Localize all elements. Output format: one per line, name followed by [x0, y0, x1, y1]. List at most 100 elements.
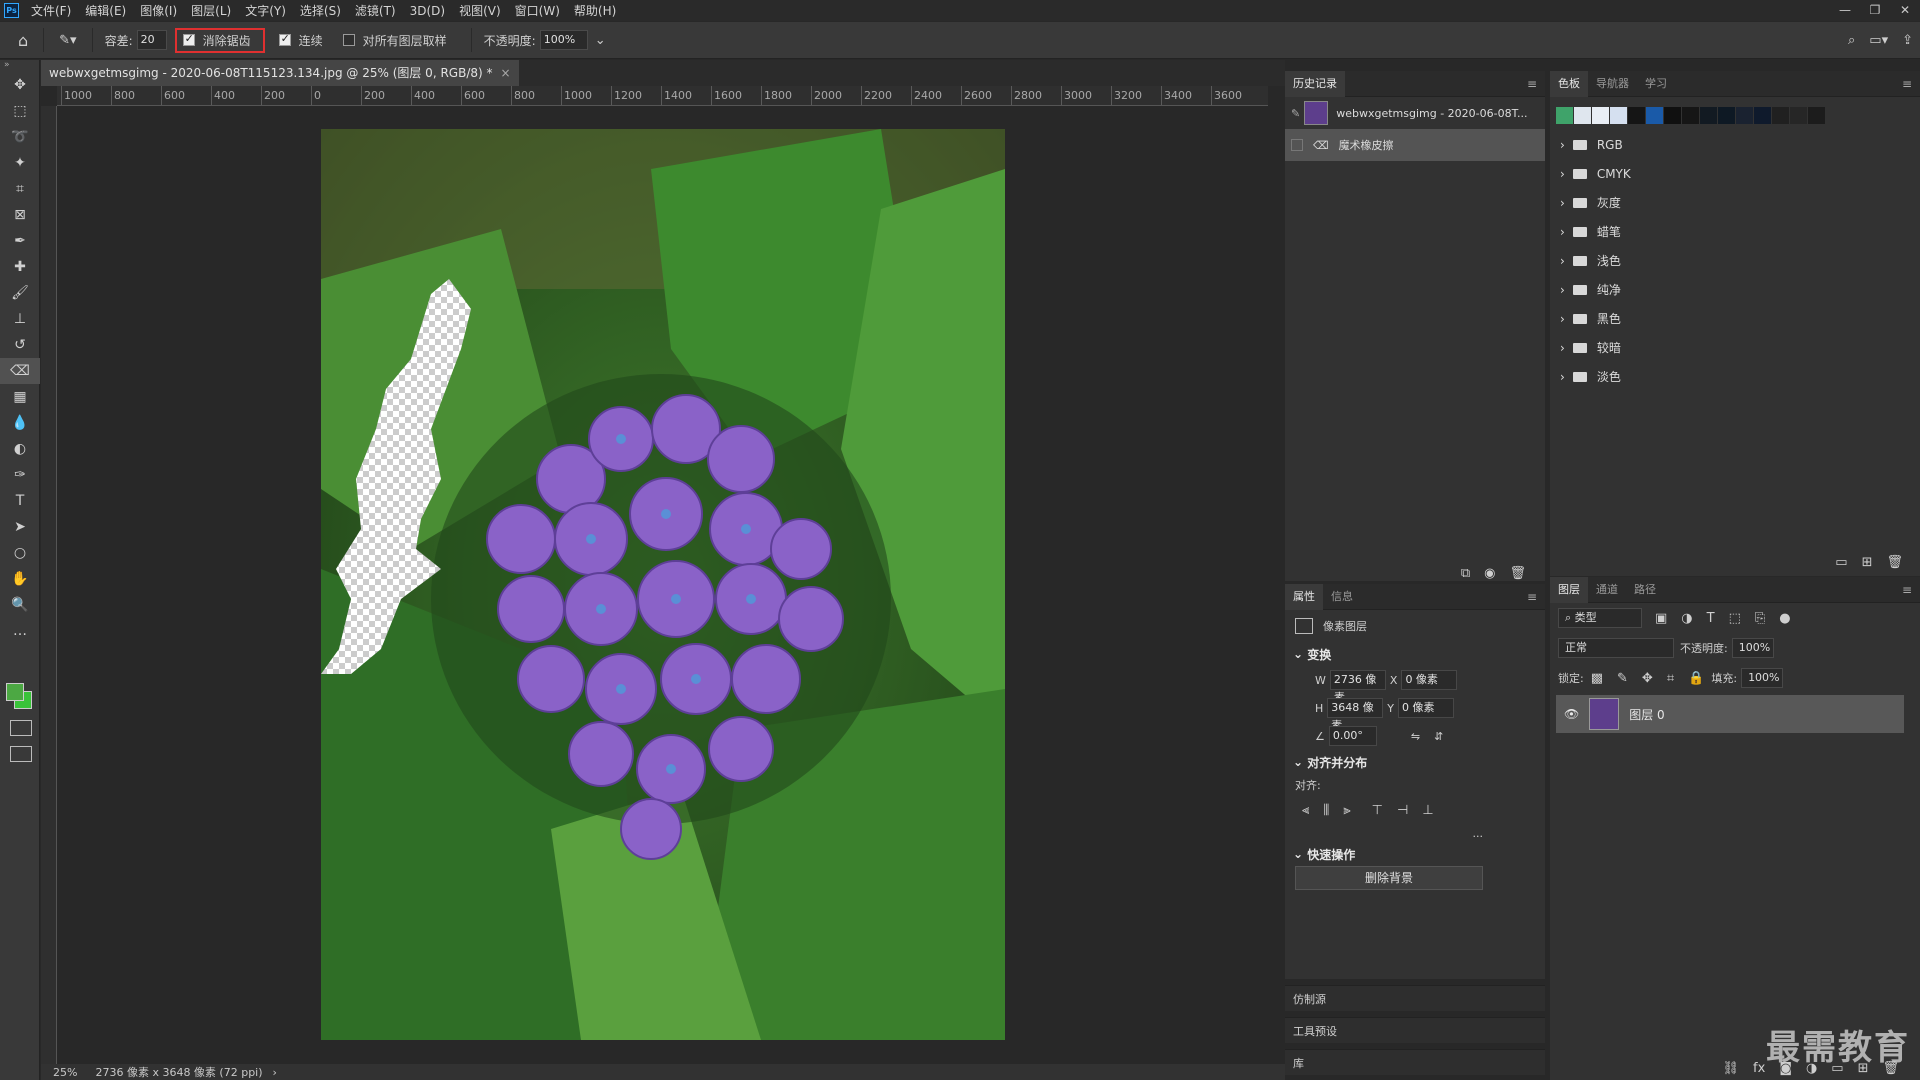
width-input[interactable]: 2736 像素 [1329, 670, 1386, 704]
step-checkbox[interactable] [1291, 139, 1303, 151]
menu-select[interactable]: 选择(S) [300, 2, 341, 19]
swatch-folder[interactable]: › 灰度 [1550, 188, 1920, 217]
hand-tool-icon[interactable]: ✋ [0, 566, 40, 592]
stamp-tool-icon[interactable]: ⊥ [0, 306, 40, 332]
gradient-tool-icon[interactable]: ▦ [0, 384, 40, 410]
trash-icon[interactable]: 🗑 [1509, 566, 1526, 581]
menu-layer[interactable]: 图层(L) [191, 2, 231, 19]
align-right-icon[interactable]: ⫸ [1343, 803, 1350, 818]
panel-menu-icon[interactable]: ≡ [1527, 590, 1537, 604]
color-swatch[interactable] [1574, 107, 1591, 124]
chevron-right-icon[interactable]: › [1560, 341, 1565, 355]
y-input[interactable]: 0 像素 [1398, 698, 1455, 718]
link-icon[interactable]: ⛓ [1723, 1061, 1740, 1076]
path-select-tool-icon[interactable]: ➤ [0, 514, 40, 540]
menu-window[interactable]: 窗口(W) [515, 2, 560, 19]
lock-position-icon[interactable]: ✥ [1642, 671, 1653, 686]
chevron-right-icon[interactable]: › [1560, 138, 1565, 152]
smart-object-filter-icon[interactable]: ⎘ [1755, 611, 1765, 626]
remove-background-button[interactable]: 删除背景 [1295, 866, 1483, 890]
trash-icon[interactable]: 🗑 [1886, 555, 1903, 570]
tab-info[interactable]: 信息 [1323, 584, 1361, 610]
menu-edit[interactable]: 编辑(E) [85, 2, 126, 19]
contiguous-checkbox[interactable] [278, 32, 291, 46]
flip-vertical-icon[interactable]: ⇵ [1434, 730, 1443, 743]
swatch-folder[interactable]: › 纯净 [1550, 275, 1920, 304]
swatch-folder[interactable]: › 蜡笔 [1550, 217, 1920, 246]
libraries-panel[interactable]: 库 [1285, 1049, 1545, 1075]
swatch-folder[interactable]: › 浅色 [1550, 246, 1920, 275]
screen-mode-icon[interactable] [10, 746, 32, 762]
restore-button[interactable]: ❐ [1860, 0, 1890, 21]
tab-properties[interactable]: 属性 [1285, 583, 1323, 610]
close-button[interactable]: ✕ [1890, 0, 1920, 21]
tab-layers[interactable]: 图层 [1550, 576, 1588, 603]
share-icon[interactable]: ⇪ [1902, 33, 1913, 48]
align-section-header[interactable]: ⌄ 对齐并分布 [1285, 750, 1545, 774]
menu-image[interactable]: 图像(I) [140, 2, 177, 19]
color-swatch[interactable] [1772, 107, 1789, 124]
healing-tool-icon[interactable]: ✚ [0, 254, 40, 280]
x-input[interactable]: 0 像素 [1401, 670, 1458, 690]
tab-paths[interactable]: 路径 [1626, 577, 1664, 603]
menu-view[interactable]: 视图(V) [459, 2, 501, 19]
color-swatch[interactable] [1718, 107, 1735, 124]
image-filter-icon[interactable]: ▣ [1655, 611, 1667, 626]
foreground-color-swatch[interactable] [6, 683, 24, 701]
search-icon[interactable]: ⌕ [1848, 33, 1855, 48]
brush-source-icon[interactable]: ✎ [1291, 107, 1300, 120]
tab-channels[interactable]: 通道 [1588, 577, 1626, 603]
align-center-icon[interactable]: ⫼ [1323, 803, 1329, 818]
color-swatch[interactable] [1736, 107, 1753, 124]
align-middle-icon[interactable]: ⊣ [1397, 803, 1408, 818]
chevron-right-icon[interactable]: › [1560, 370, 1565, 384]
chevron-down-icon[interactable]: ⌄ [595, 33, 606, 48]
color-swatch[interactable] [1610, 107, 1627, 124]
history-snapshot[interactable]: ✎ webwxgetmsgimg - 2020-06-08T... [1285, 97, 1545, 129]
angle-input[interactable]: 0.00° [1328, 726, 1377, 746]
lock-artboard-icon[interactable]: ⌗ [1667, 671, 1674, 686]
dodge-tool-icon[interactable]: ◐ [0, 436, 40, 462]
fx-icon[interactable]: fx [1753, 1061, 1765, 1076]
align-bottom-icon[interactable]: ⊥ [1422, 803, 1433, 818]
swatch-folder[interactable]: › 黑色 [1550, 304, 1920, 333]
brush-tool-icon[interactable]: 🖌 [0, 280, 40, 306]
color-swatch[interactable] [1646, 107, 1663, 124]
layer-name[interactable]: 图层 0 [1629, 706, 1664, 723]
chevron-right-icon[interactable]: › [1560, 312, 1565, 326]
tab-learn[interactable]: 学习 [1637, 71, 1675, 97]
lock-all-icon[interactable]: 🔒 [1688, 671, 1704, 686]
new-document-from-state-icon[interactable]: ⧉ [1461, 566, 1470, 581]
filter-toggle-icon[interactable]: ● [1779, 611, 1790, 626]
transform-section-header[interactable]: ⌄ 变换 [1285, 642, 1545, 666]
zoom-tool-icon[interactable]: 🔍 [0, 592, 40, 618]
clone-source-panel[interactable]: 仿制源 [1285, 985, 1545, 1011]
hydrangea-photo[interactable] [321, 129, 1005, 1040]
menu-file[interactable]: 文件(F) [31, 2, 71, 19]
panel-menu-icon[interactable]: ≡ [1902, 583, 1912, 597]
color-swatch[interactable] [1556, 107, 1573, 124]
camera-icon[interactable]: ◉ [1484, 566, 1495, 581]
new-swatch-icon[interactable]: ⊞ [1862, 555, 1873, 570]
eyedropper-tool-icon[interactable]: ✒ [0, 228, 40, 254]
layer-opacity-input[interactable]: 100% [1731, 638, 1774, 658]
frame-tool-icon[interactable]: ⊠ [0, 202, 40, 228]
all-layers-checkbox[interactable] [342, 34, 355, 46]
history-brush-tool-icon[interactable]: ↺ [0, 332, 40, 358]
zoom-level[interactable]: 25% [53, 1066, 77, 1079]
color-swatch[interactable] [1592, 107, 1609, 124]
minimize-button[interactable]: — [1830, 0, 1860, 21]
crop-tool-icon[interactable]: ⌗ [0, 176, 40, 202]
color-swatch[interactable] [1754, 107, 1771, 124]
chevron-right-icon[interactable]: › [1560, 196, 1565, 210]
chevron-right-icon[interactable]: › [1560, 254, 1565, 268]
document-tab[interactable]: webwxgetmsgimg - 2020-06-08T115123.134.j… [41, 60, 519, 86]
workspace-icon[interactable]: ▭▾ [1869, 33, 1888, 48]
color-swatch[interactable] [1790, 107, 1807, 124]
eraser-tool-icon[interactable]: ⌫ [0, 358, 40, 384]
align-top-icon[interactable]: ⊤ [1372, 803, 1383, 818]
magic-wand-tool-icon[interactable]: ✦ [0, 150, 40, 176]
blur-tool-icon[interactable]: 💧 [0, 410, 40, 436]
color-swatch[interactable] [1682, 107, 1699, 124]
swatch-folder[interactable]: › 淡色 [1550, 362, 1920, 391]
